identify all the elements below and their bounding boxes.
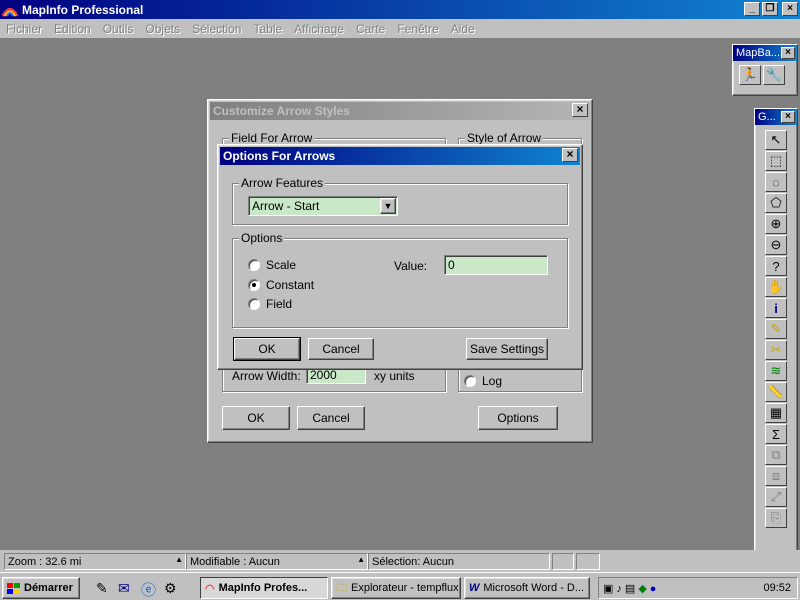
scale-radio[interactable]: Scale (248, 258, 296, 272)
constant-radio[interactable]: Constant (248, 278, 314, 292)
radius-select-icon[interactable]: ◌ (765, 172, 787, 192)
constant-radio-dot[interactable] (248, 279, 260, 291)
general-toolbar-close-button[interactable]: × (781, 111, 795, 123)
xy-units-label: xy units (374, 369, 415, 383)
task-word[interactable]: W Microsoft Word - D... (464, 577, 590, 599)
task-explorer[interactable]: 🗀 Explorateur - tempflux (331, 577, 461, 599)
log-radio[interactable]: Log (464, 374, 502, 388)
mapinfo-logo-icon (2, 7, 18, 17)
zoom-in-icon[interactable]: ⊕ (765, 214, 787, 234)
unselect-icon[interactable]: ⧈ (765, 466, 787, 486)
channels-icon[interactable]: ⚙ (164, 580, 177, 597)
ruler-icon[interactable]: 📏 (765, 382, 787, 402)
antivirus-icon[interactable]: ◆ (638, 583, 649, 595)
boundary-select-icon[interactable]: ⧉ (765, 445, 787, 465)
invert-select-icon[interactable]: ⎘ (765, 508, 787, 528)
options-cancel-button[interactable]: Cancel (308, 338, 374, 360)
taskbar: Démarrer ✎ ✉ ⓔ ⚙ ◠ MapInfo Profes... 🗀 E… (0, 572, 800, 600)
show-desktop-icon[interactable]: ✎ (96, 580, 108, 597)
general-toolbar: G... × ↖ ⬚ ◌ ⬠ ⊕ ⊖ ? ✋ i ✎ ✂ ≋ 📏 ▦ Σ ⧉ ⧈… (754, 108, 798, 568)
customize-dialog-title: Customize Arrow Styles (213, 104, 350, 118)
menu-carte[interactable]: Carte (350, 22, 391, 36)
field-radio-dot[interactable] (248, 298, 260, 310)
minimize-button[interactable]: _ (744, 2, 760, 16)
customize-dialog-title-bar: Customize Arrow Styles (210, 102, 590, 120)
arrow-features-select[interactable]: Arrow - Start ▼ (248, 196, 398, 216)
clock[interactable]: 09:52 (763, 582, 791, 594)
mapbasic-toolbar: MapBa... × 🏃 🔧 (732, 44, 798, 96)
menu-aide[interactable]: Aide (445, 22, 481, 36)
task-mapinfo[interactable]: ◠ MapInfo Profes... (200, 577, 328, 599)
graph-select-icon[interactable]: ⤢ (765, 487, 787, 507)
internet-explorer-icon[interactable]: ⓔ (141, 579, 156, 600)
polygon-select-icon[interactable]: ⬠ (765, 193, 787, 213)
status-editable[interactable]: Modifiable : Aucun ▲ (186, 553, 368, 570)
status-empty-1 (552, 553, 574, 570)
mapbasic-close-button[interactable]: × (781, 47, 795, 59)
customize-ok-button[interactable]: OK (222, 406, 290, 430)
status-selection: Sélection: Aucun (368, 553, 550, 570)
status-editable-arrow-icon: ▲ (357, 555, 365, 564)
menu-outils[interactable]: Outils (97, 22, 140, 36)
marquee-select-icon[interactable]: ⬚ (765, 151, 787, 171)
folder-icon: 🗀 (336, 581, 347, 594)
tray-icons: ▣♪▤◆● (599, 582, 659, 595)
status-zoom[interactable]: Zoom : 32.6 mi ▲ (4, 553, 186, 570)
wrench-icon[interactable]: 🔧 (763, 65, 785, 85)
field-radio[interactable]: Field (248, 297, 292, 311)
printer-icon[interactable]: ▤ (625, 583, 638, 595)
run-icon[interactable]: 🏃 (739, 65, 761, 85)
system-tray: ▣♪▤◆● 09:52 (598, 577, 798, 599)
status-empty-2 (576, 553, 600, 570)
options-for-arrows-dialog: Options For Arrows × Arrow Features Arro… (217, 144, 583, 370)
info-icon[interactable]: i (765, 298, 787, 318)
value-label: Value: (394, 259, 428, 273)
menu-fichier[interactable]: Fichier (0, 22, 48, 36)
status-zoom-arrow-icon: ▲ (175, 555, 183, 564)
word-icon: W (469, 582, 480, 594)
status-bar: Zoom : 32.6 mi ▲ Modifiable : Aucun ▲ Séle… (0, 550, 800, 572)
drag-map-icon[interactable]: ✂ (765, 340, 787, 360)
messenger-icon[interactable]: ● (650, 583, 660, 595)
options-dialog-title: Options For Arrows (223, 149, 336, 163)
customize-dialog-close-button[interactable]: × (572, 103, 588, 117)
options-ok-button[interactable]: OK (233, 337, 301, 361)
menu-table[interactable]: Table (247, 22, 288, 36)
network-icon[interactable]: ▣ (603, 583, 616, 595)
log-radio-dot[interactable] (464, 375, 476, 387)
outlook-express-icon[interactable]: ✉ (118, 580, 130, 597)
customize-cancel-button[interactable]: Cancel (297, 406, 365, 430)
start-button[interactable]: Démarrer (2, 577, 80, 599)
scale-radio-dot[interactable] (248, 259, 260, 271)
value-input[interactable]: 0 (444, 255, 548, 275)
menu-affichage[interactable]: Affichage (288, 22, 350, 36)
customize-options-button[interactable]: Options (478, 406, 558, 430)
zoom-out-icon[interactable]: ⊖ (765, 235, 787, 255)
legend-icon[interactable]: ▦ (765, 403, 787, 423)
close-button[interactable]: × (782, 2, 798, 16)
app-title-bar: MapInfo Professional _ ❐ × (0, 0, 800, 19)
menu-selection[interactable]: Sélection (186, 22, 247, 36)
save-settings-button[interactable]: Save Settings (466, 338, 548, 360)
arrow-width-label: Arrow Width: (232, 369, 301, 383)
label-icon[interactable]: ✎ (765, 319, 787, 339)
menu-fenetre[interactable]: Fenêtre (391, 22, 444, 36)
windows-logo-icon (7, 582, 20, 594)
volume-icon[interactable]: ♪ (616, 583, 625, 595)
menu-objets[interactable]: Objets (139, 22, 186, 36)
chevron-down-icon[interactable]: ▼ (380, 198, 396, 214)
menu-bar: Fichier Edition Outils Objets Sélection … (0, 19, 800, 38)
grabber-hand-icon[interactable]: ✋ (765, 277, 787, 297)
restore-button[interactable]: ❐ (762, 2, 778, 16)
options-dialog-title-bar: Options For Arrows (220, 147, 580, 165)
menu-edition[interactable]: Edition (48, 22, 97, 36)
select-arrow-icon[interactable]: ↖ (765, 130, 787, 150)
layer-control-icon[interactable]: ≋ (765, 361, 787, 381)
statistics-icon[interactable]: Σ (765, 424, 787, 444)
mapinfo-task-icon: ◠ (205, 582, 215, 595)
change-view-icon[interactable]: ? (765, 256, 787, 276)
app-title: MapInfo Professional (22, 2, 144, 17)
options-dialog-close-button[interactable]: × (562, 148, 578, 162)
